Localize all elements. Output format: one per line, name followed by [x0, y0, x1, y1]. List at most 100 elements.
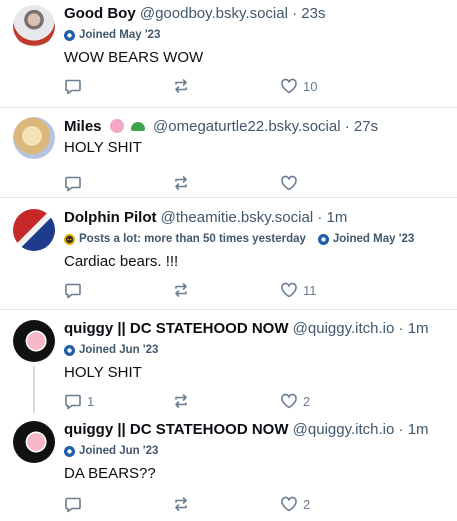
badge: Joined Jun '23 [64, 445, 158, 457]
like-button[interactable]: 10 [280, 77, 400, 95]
author-handle[interactable]: @quiggy.itch.io [293, 320, 395, 337]
repost-button[interactable] [172, 77, 280, 95]
reply-icon [65, 176, 81, 192]
post-header: Dolphin Pilot @theamitie.bsky.social · 1… [64, 208, 449, 228]
repost-button[interactable] [172, 281, 280, 299]
post-actions: 11 [64, 280, 449, 300]
verified-dot-icon [64, 445, 75, 457]
repost-button[interactable] [172, 174, 280, 192]
badge-text: Joined Jun '23 [79, 445, 159, 457]
profile-badges: Joined May '23 [64, 27, 449, 43]
post-text: DA BEARS?? [64, 465, 156, 482]
avatar[interactable] [13, 117, 55, 159]
author-name[interactable]: Dolphin Pilot [64, 209, 156, 226]
profile-badges: Posts a lot: more than 50 times yesterda… [64, 231, 449, 247]
like-button[interactable]: 2 [280, 392, 400, 410]
repost-icon [175, 497, 187, 511]
reply-button[interactable] [64, 174, 172, 192]
badge: Posts a lot: more than 50 times yesterda… [64, 233, 306, 245]
reply-button[interactable] [64, 281, 172, 299]
repost-button[interactable] [172, 392, 280, 410]
repost-icon [175, 394, 187, 408]
heart-icon [281, 282, 297, 298]
post-time[interactable]: 27s [354, 118, 378, 135]
author-handle[interactable]: @goodboy.bsky.social [140, 5, 288, 22]
thread-line [33, 366, 35, 413]
separator-dot: · [340, 118, 354, 135]
post-header: Good Boy @goodboy.bsky.social · 23s [64, 4, 449, 24]
repost-icon [175, 283, 187, 297]
heart-icon [281, 78, 297, 94]
heart-icon [281, 393, 297, 409]
post-card[interactable]: Good Boy @goodboy.bsky.social · 23s Join… [0, 0, 457, 108]
avatar[interactable] [13, 421, 55, 463]
heart-icon [281, 175, 297, 191]
author-handle[interactable]: @omegaturtle22.bsky.social [153, 118, 341, 135]
like-count: 2 [303, 393, 311, 409]
post-time[interactable]: 1m [408, 421, 429, 438]
reply-icon [65, 283, 81, 299]
like-count: 10 [303, 78, 318, 94]
post-text: HOLY SHIT [64, 364, 142, 381]
author-name[interactable]: quiggy || DC STATEHOOD NOW [64, 320, 289, 337]
reply-button[interactable]: 1 [64, 392, 172, 410]
separator-dot: · [394, 421, 408, 438]
reply-button[interactable] [64, 495, 172, 513]
author-name[interactable]: Good Boy [64, 5, 136, 22]
post-text: WOW BEARS WOW [64, 49, 204, 66]
post-card[interactable]: quiggy || DC STATEHOOD NOW @quiggy.itch.… [0, 310, 457, 413]
post-actions: 10 [64, 76, 449, 96]
verified-dot-icon [64, 29, 75, 41]
post-time[interactable]: 1m [408, 320, 429, 337]
repost-icon [175, 79, 187, 93]
reply-button[interactable] [64, 77, 172, 95]
heart-icon [281, 496, 297, 512]
like-count: 11 [303, 282, 317, 298]
badge-text: Joined May '23 [332, 233, 415, 245]
badge: Joined May '23 [317, 233, 415, 245]
post-header: quiggy || DC STATEHOOD NOW @quiggy.itch.… [64, 319, 449, 339]
verified-dot-icon [64, 344, 75, 356]
post-card[interactable]: quiggy || DC STATEHOOD NOW @quiggy.itch.… [0, 413, 457, 521]
chatty-icon [64, 233, 75, 245]
repost-button[interactable] [172, 495, 280, 513]
avatar[interactable] [13, 209, 55, 251]
pig-emoji-icon [109, 119, 124, 133]
separator-dot: · [313, 209, 327, 226]
badge: Joined May '23 [64, 29, 160, 41]
profile-badges: Joined Jun '23 [64, 342, 449, 358]
post-time[interactable]: 1m [327, 209, 348, 226]
profile-badges: Joined Jun '23 [64, 443, 449, 459]
badge: Joined Jun '23 [64, 344, 158, 356]
post-header: Miles @omegaturtle22.bsky.social · 27s [64, 117, 449, 137]
feed: Good Boy @goodboy.bsky.social · 23s Join… [0, 0, 457, 521]
like-button[interactable] [280, 174, 400, 192]
reply-icon [65, 79, 81, 95]
badge-text: Joined Jun '23 [79, 344, 159, 356]
reply-icon [65, 394, 81, 410]
post-time[interactable]: 23s [301, 5, 325, 22]
post-text: Cardiac bears. !!! [64, 253, 179, 270]
author-name[interactable]: Miles [64, 118, 102, 135]
post-card[interactable]: Dolphin Pilot @theamitie.bsky.social · 1… [0, 198, 457, 310]
badge-text: Joined May '23 [79, 29, 161, 41]
separator-dot: · [287, 5, 302, 22]
post-actions: 1 2 [64, 391, 449, 411]
post-card[interactable]: Miles @omegaturtle22.bsky.social · 27s H… [0, 108, 457, 198]
post-actions [64, 173, 449, 193]
avatar[interactable] [13, 320, 55, 362]
author-handle[interactable]: @quiggy.itch.io [293, 421, 395, 438]
avatar[interactable] [13, 5, 55, 47]
post-header: quiggy || DC STATEHOOD NOW @quiggy.itch.… [64, 420, 449, 440]
author-name[interactable]: quiggy || DC STATEHOOD NOW [64, 421, 289, 438]
author-handle[interactable]: @theamitie.bsky.social [161, 209, 314, 226]
badge-text: Posts a lot: more than 50 times yesterda… [79, 233, 306, 245]
like-button[interactable]: 11 [280, 281, 400, 299]
reply-count: 1 [87, 393, 95, 409]
like-button[interactable]: 2 [280, 495, 400, 513]
turtle-emoji-icon [130, 122, 145, 131]
post-actions: 2 [64, 494, 449, 514]
post-text: HOLY SHIT [64, 139, 142, 156]
verified-dot-icon [317, 233, 329, 245]
repost-icon [175, 176, 187, 190]
